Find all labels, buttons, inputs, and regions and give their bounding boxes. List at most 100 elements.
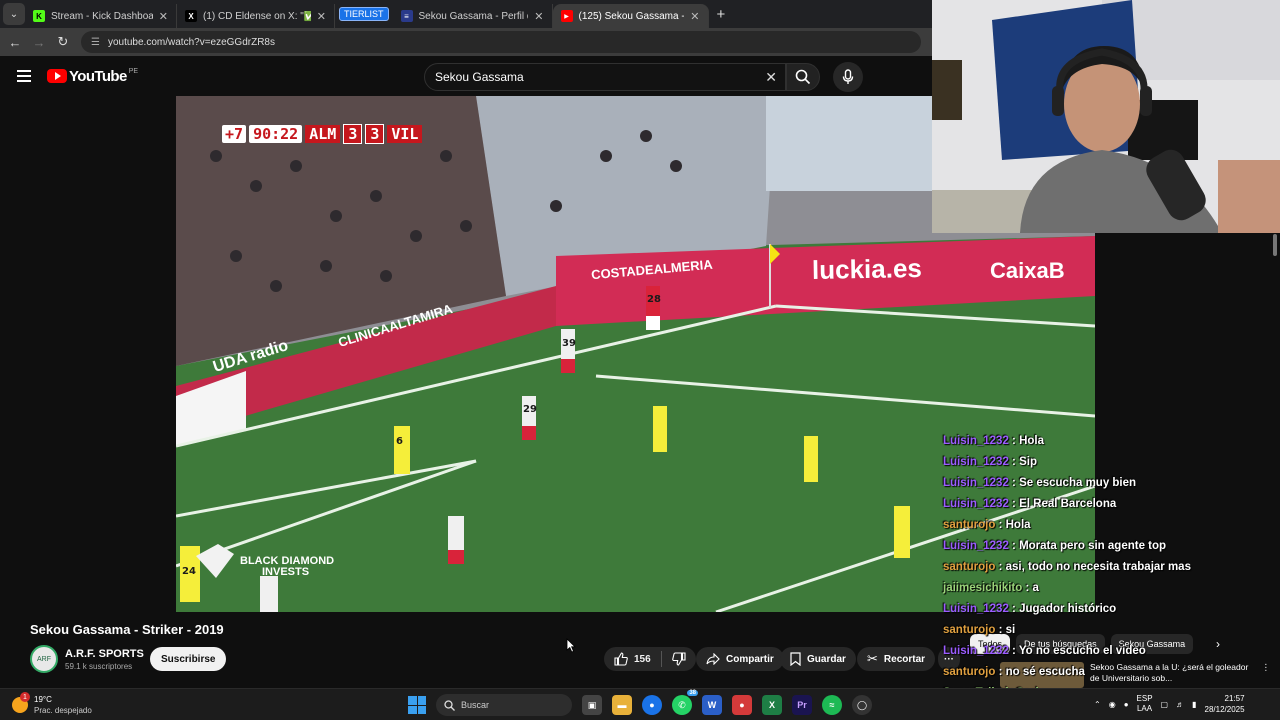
search-button[interactable] xyxy=(786,63,820,91)
away-team: VIL xyxy=(387,125,423,143)
chat-username: Luisin_1232 xyxy=(943,456,1009,468)
lang-top: ESP xyxy=(1136,694,1153,703)
battery-icon[interactable]: ▮ xyxy=(1192,700,1196,709)
chat-message: santurojo : no sé escucha xyxy=(943,662,1280,683)
tab-youtube-active[interactable]: ▶ (125) Sekou Gassama - Striker - ✕ xyxy=(552,4,709,28)
streamer-camera xyxy=(932,0,1280,233)
chat-text: Yo no escucho el video xyxy=(1018,645,1146,657)
excel-icon[interactable]: X xyxy=(762,695,782,715)
tab-label: (125) Sekou Gassama - Striker - xyxy=(578,10,685,22)
obs-icon[interactable]: ◯ xyxy=(852,695,872,715)
chat-username: jaiimesichikito xyxy=(943,582,1023,594)
network-icon[interactable]: ▢ xyxy=(1161,700,1169,709)
sponsor-line2: INVESTS xyxy=(262,566,310,578)
thumbs-up-icon xyxy=(614,652,628,666)
chat-message: jaiimesichikito : a xyxy=(943,578,1280,599)
weather-sun-icon: 1 xyxy=(12,692,30,713)
channel-avatar[interactable]: ARF xyxy=(30,645,58,673)
ad-board-caixa: CaixaB xyxy=(990,258,1065,283)
file-explorer-icon[interactable]: ▬ xyxy=(612,695,632,715)
chat-message: Luisin_1232 : Se escucha muy bien xyxy=(943,473,1280,494)
close-icon[interactable]: ✕ xyxy=(317,10,326,23)
tab-kick-dashboard[interactable]: K Stream - Kick Dashboard ✕ xyxy=(25,4,177,28)
premiere-icon[interactable]: Pr xyxy=(792,695,812,715)
app-red-icon[interactable]: ● xyxy=(732,695,752,715)
subscribe-button[interactable]: Suscribirse xyxy=(150,647,227,671)
chat-text: Morata pero sin agente top xyxy=(1019,540,1167,552)
close-icon[interactable]: ✕ xyxy=(159,10,168,23)
taskbar-search[interactable]: Buscar xyxy=(436,694,572,716)
kick-icon: K xyxy=(33,10,45,22)
task-view-icon[interactable]: ▣ xyxy=(582,695,602,715)
channel-info[interactable]: ARF A.R.F. SPORTS 59.1 k suscriptores xyxy=(30,645,144,673)
chat-separator: : xyxy=(1008,435,1020,447)
like-button[interactable]: 156 xyxy=(604,652,661,666)
dislike-button[interactable] xyxy=(662,652,696,666)
chat-separator: : xyxy=(1008,477,1020,489)
weather-widget[interactable]: 1 19°C Prac. despejado xyxy=(12,692,92,716)
tray-app-icon[interactable]: ◉ xyxy=(1109,700,1116,709)
chat-username: santurojo xyxy=(943,561,996,573)
webcam-overlay xyxy=(932,0,1280,233)
system-tray: ⌃ ◉ ● ESP LAA ▢ ♬ ▮ 21:57 28/12/2025 xyxy=(1094,693,1245,715)
back-icon[interactable]: ← xyxy=(3,35,27,50)
search-icon xyxy=(444,699,455,711)
subscriber-count: 59.1 k suscriptores xyxy=(65,661,133,671)
new-tab-button[interactable]: + xyxy=(717,6,726,23)
spotify-icon[interactable]: ≈ xyxy=(822,695,842,715)
tab-x-eldense[interactable]: X (1) CD Eldense on X: "✅ OFICI ✕ xyxy=(177,4,335,28)
voice-search-button[interactable] xyxy=(833,62,863,92)
away-score: 3 xyxy=(365,124,385,144)
stream-chat-overlay: Luisin_1232 : Hola Luisin_1232 : Sip Luisi… xyxy=(943,431,1280,704)
weather-desc: Prac. despejado xyxy=(34,706,92,715)
logo-text: YouTube xyxy=(69,67,127,85)
chat-message: Luisin_1232 : Sip xyxy=(943,452,1280,473)
chat-text: si xyxy=(1005,624,1016,636)
weather-temp: 19°C xyxy=(34,695,52,704)
close-icon[interactable]: ✕ xyxy=(690,10,699,23)
microphone-icon[interactable]: ● xyxy=(1124,700,1129,709)
windows-start-icon[interactable] xyxy=(408,696,426,714)
clear-icon[interactable]: ✕ xyxy=(765,69,777,86)
search-input[interactable]: Sekou Gassama ✕ xyxy=(424,63,786,91)
volume-icon[interactable]: ♬ xyxy=(1176,700,1184,709)
url-field[interactable]: ☰ youtube.com/watch?v=ezeGGdrZR8s xyxy=(81,31,921,53)
sponsor-watermark: BLACK DIAMOND INVESTS xyxy=(240,556,334,578)
whatsapp-icon[interactable]: ✆ 38 xyxy=(672,690,698,715)
chat-message: santurojo : si xyxy=(943,620,1280,641)
taskbar-apps: Buscar ▣ ▬ ● ✆ 38 W ● X Pr ≈ ◯ xyxy=(408,690,872,716)
youtube-icon: ▶ xyxy=(560,10,573,22)
close-icon[interactable]: ✕ xyxy=(534,10,543,23)
added-time: +7 xyxy=(222,125,247,143)
chrome-icon[interactable]: ● xyxy=(642,695,662,715)
clip-label: Recortar xyxy=(883,653,926,665)
reload-icon[interactable]: ↻ xyxy=(51,34,75,50)
svg-text:6: 6 xyxy=(396,436,403,447)
tab-group-tierlist[interactable]: TIERLIST xyxy=(339,7,389,21)
youtube-logo[interactable]: YouTube PE xyxy=(47,68,138,85)
video-title: Sekou Gassama - Striker - 2019 xyxy=(30,622,224,637)
input-language[interactable]: ESP LAA xyxy=(1137,694,1153,714)
chat-text: Hola xyxy=(1019,435,1044,447)
share-action: Compartir xyxy=(696,647,784,671)
save-button[interactable]: Guardar xyxy=(780,647,856,671)
notification-badge: 1 xyxy=(20,692,30,702)
chat-separator: : xyxy=(995,666,1006,678)
clock[interactable]: 21:57 28/12/2025 xyxy=(1205,693,1245,715)
channel-name[interactable]: A.R.F. SPORTS xyxy=(65,648,144,660)
word-icon[interactable]: W xyxy=(702,695,722,715)
tab-search-button[interactable]: ⌄ xyxy=(3,3,25,25)
chat-username: Luisin_1232 xyxy=(943,540,1009,552)
tab-sekou-profile[interactable]: ≡ Sekou Gassama - Perfil del juga ✕ xyxy=(393,4,553,28)
scrollbar-thumb[interactable] xyxy=(1273,234,1277,256)
site-info-icon[interactable]: ☰ xyxy=(91,37,100,48)
forward-icon[interactable]: → xyxy=(27,35,51,50)
clip-button[interactable]: ✂ Recortar xyxy=(857,647,936,671)
share-label: Compartir xyxy=(726,653,774,665)
chat-text: Se escucha muy bien xyxy=(1019,477,1137,489)
browser-window: ⌄ K Stream - Kick Dashboard ✕ X (1) CD E… xyxy=(0,0,1280,699)
chat-text: Jugador histórico xyxy=(1019,603,1117,615)
menu-icon[interactable] xyxy=(17,70,31,82)
chevron-up-icon[interactable]: ⌃ xyxy=(1094,700,1101,709)
share-button[interactable]: Compartir xyxy=(696,647,784,671)
